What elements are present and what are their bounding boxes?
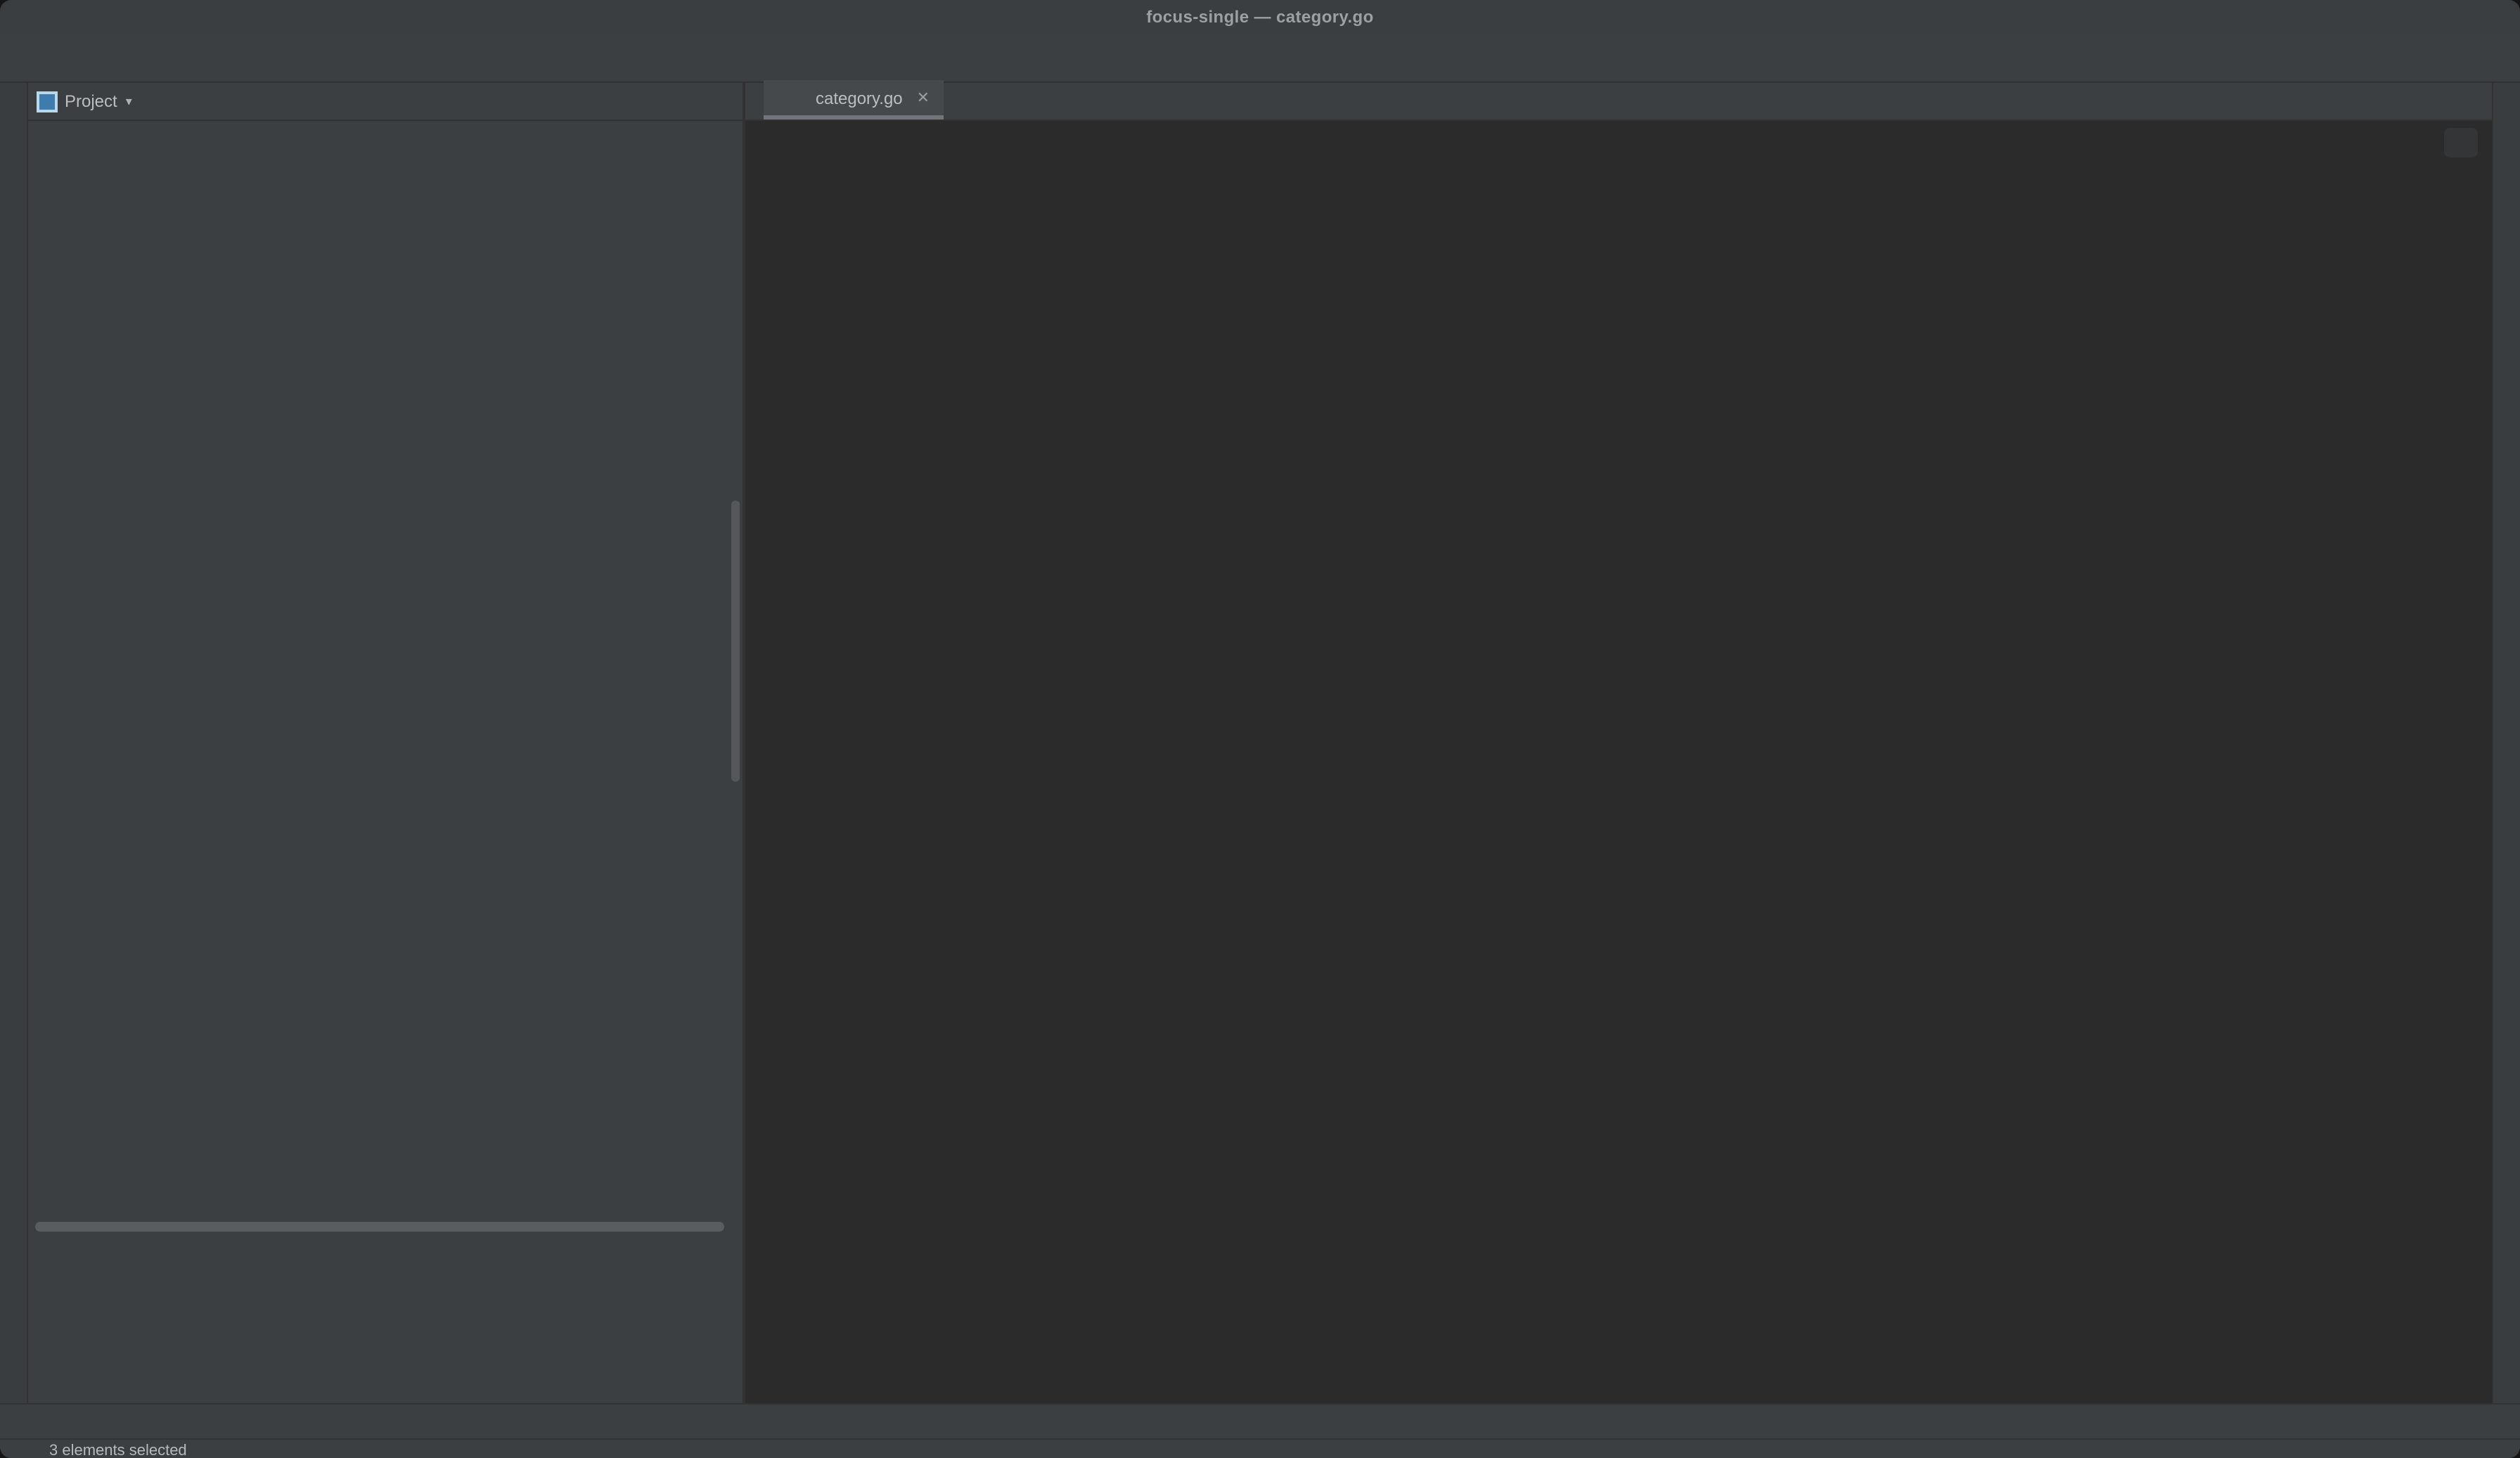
project-view-icon xyxy=(37,91,58,112)
project-panel-title: Project xyxy=(65,91,117,111)
chevron-down-icon: ▾ xyxy=(126,93,132,109)
project-tree xyxy=(28,121,742,1403)
status-bar: 3 elements selected xyxy=(0,1438,2520,1458)
editor-panel: category.go ✕ xyxy=(745,83,2492,1403)
window-controls xyxy=(18,11,87,27)
project-view-selector[interactable]: Project ▾ xyxy=(37,91,132,112)
editor-tab-category-go[interactable]: category.go ✕ xyxy=(764,80,944,120)
tool-window-switcher-icon[interactable] xyxy=(14,1438,39,1458)
status-message: 3 elements selected xyxy=(49,1443,187,1458)
ide-window: focus-single — category.go Project ▾ xyxy=(0,0,2520,1458)
main-toolbar xyxy=(0,34,2520,83)
window-title: focus-single — category.go xyxy=(0,7,2520,27)
tree-horizontal-scrollbar[interactable] xyxy=(35,1222,724,1232)
left-tool-stripe xyxy=(0,83,28,1403)
close-window-button[interactable] xyxy=(18,11,34,27)
right-tool-stripe xyxy=(2492,83,2520,1403)
project-panel: Project ▾ xyxy=(28,83,745,1403)
code-editor[interactable] xyxy=(745,121,2492,1403)
bottom-tool-window-bar xyxy=(0,1403,2520,1438)
editor-tab-strip: category.go ✕ xyxy=(745,83,2492,121)
minimize-window-button[interactable] xyxy=(45,11,60,27)
project-panel-header: Project ▾ xyxy=(28,83,742,121)
zoom-window-button[interactable] xyxy=(72,11,87,27)
tree-vertical-scrollbar[interactable] xyxy=(731,501,740,782)
title-bar: focus-single — category.go xyxy=(0,0,2520,34)
close-tab-icon[interactable]: ✕ xyxy=(917,89,930,107)
editor-tab-label: category.go xyxy=(816,88,903,108)
inspections-status-widget[interactable] xyxy=(2444,128,2478,157)
